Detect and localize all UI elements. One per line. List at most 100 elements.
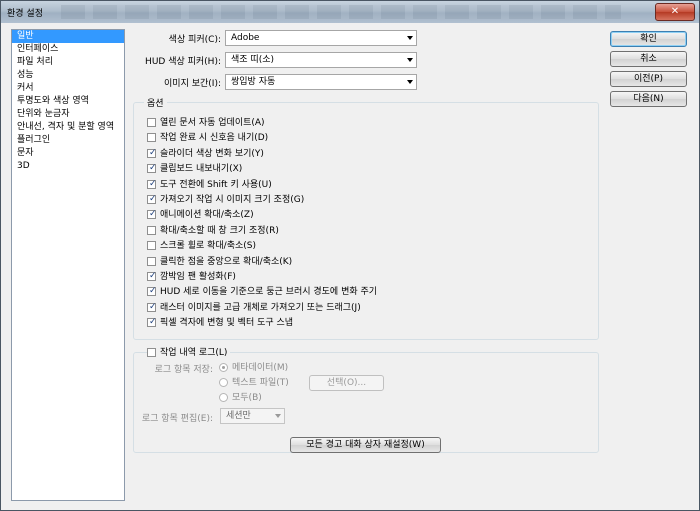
chevron-down-icon [407, 36, 413, 40]
sidebar-item[interactable]: 3D [12, 160, 124, 173]
sidebar-item[interactable]: 커서 [12, 82, 124, 95]
radio-metadata[interactable]: 메타데이터(M) [219, 362, 288, 375]
option-checkbox[interactable]: ✓ 슬라이더 색상 변화 보기(Y) [147, 148, 264, 161]
next-button[interactable]: 다음(N) [610, 91, 687, 107]
log-edit-select[interactable]: 세션만 [220, 408, 285, 424]
color-picker-value: Adobe [231, 33, 260, 43]
reset-warnings-button[interactable]: 모든 경고 대화 상자 재설정(W) [290, 437, 441, 453]
radio-metadata-label: 메타데이터(M) [232, 363, 289, 373]
option-checkbox[interactable]: ✓ 래스터 이미지를 고급 개체로 가져오기 또는 드래그(J) [147, 302, 361, 315]
log-save-label: 로그 항목 저장: [154, 365, 213, 375]
cancel-button[interactable]: 취소 [610, 51, 687, 67]
checkbox-box [147, 348, 156, 357]
checkbox-box: ✓ [147, 271, 157, 281]
checkmark-icon: ✓ [149, 209, 157, 220]
sidebar-item[interactable]: 파일 처리 [12, 56, 124, 69]
radio-text-file[interactable]: 텍스트 파일(T) [219, 377, 289, 390]
checkmark-icon: ✓ [149, 163, 157, 174]
checkbox-box [147, 225, 156, 235]
preferences-window: 환경 설정 ✕ 일반 인터페이스 파일 처리 성능 커서 투명도와 색상 영역 단위와 눈금… [0, 0, 700, 511]
window-title: 환경 설정 [7, 9, 43, 19]
option-label: 래스터 이미지를 고급 개체로 가져오기 또는 드래그(J) [160, 302, 361, 313]
checkbox-box [147, 241, 156, 251]
ok-button[interactable]: 확인 [610, 31, 687, 47]
option-checkbox[interactable]: 작업 완료 시 신호음 내기(D) [147, 132, 268, 145]
option-checkbox[interactable]: ✓ 가져오기 작업 시 이미지 크기 조정(G) [147, 194, 304, 207]
sidebar-item[interactable]: 단위와 눈금자 [12, 108, 124, 121]
radio-both-label: 모두(B) [232, 393, 262, 403]
checkbox-box [147, 256, 156, 266]
option-checkbox[interactable]: ✓ 클립보드 내보내기(X) [147, 163, 242, 176]
checkmark-icon: ✓ [149, 301, 157, 312]
option-label: 도구 전환에 Shift 키 사용(U) [160, 179, 272, 190]
option-label: 열린 문서 자동 업데이트(A) [160, 118, 265, 128]
chevron-down-icon [407, 80, 413, 84]
choose-file-button[interactable]: 선택(O)... [309, 375, 384, 391]
option-label: 작업 완료 시 신호음 내기(D) [160, 133, 269, 144]
option-label: 픽셀 격자에 변형 및 벡터 도구 스냅 [160, 318, 294, 329]
option-label: 슬라이더 색상 변화 보기(Y) [160, 148, 264, 159]
log-edit-value: 세션만 [226, 411, 251, 421]
log-edit-label: 로그 항목 편집(E): [141, 414, 213, 424]
close-button[interactable]: ✕ [655, 3, 695, 21]
title-bar-background [61, 5, 621, 19]
option-checkbox[interactable]: ✓ 도구 전환에 Shift 키 사용(U) [147, 179, 272, 192]
chevron-down-icon [407, 58, 413, 62]
sidebar-item[interactable]: 안내선, 격자 및 분할 영역 [12, 121, 124, 134]
radio-icon [219, 393, 228, 402]
option-label: 스크롤 휠로 확대/축소(S) [160, 241, 257, 252]
option-checkbox[interactable]: ✓ HUD 세로 이동을 기준으로 둥근 브러시 경도에 변화 주기 [147, 286, 377, 299]
option-checkbox[interactable]: ✓ 픽셀 격자에 변형 및 벡터 도구 스냅 [147, 317, 293, 330]
checkmark-icon: ✓ [149, 286, 157, 297]
interp-value: 쌍입방 자동 [231, 77, 276, 87]
checkbox-box [147, 118, 156, 127]
checkbox-box: ✓ [147, 301, 157, 312]
option-label: 깜박임 팬 활성화(F) [160, 272, 236, 282]
option-label: 클립보드 내보내기(X) [160, 164, 243, 175]
option-label: 확대/축소할 때 창 크기 조정(R) [160, 225, 279, 236]
option-label: 클릭한 점을 중앙으로 확대/축소(K) [160, 256, 293, 267]
radio-both[interactable]: 모두(B) [219, 392, 262, 405]
color-picker-select[interactable]: Adobe [225, 30, 417, 46]
checkmark-icon: ✓ [149, 194, 157, 204]
checkbox-box [147, 133, 156, 143]
interp-label: 이미지 보간(I): [164, 79, 221, 89]
title-bar[interactable]: 환경 설정 ✕ [1, 1, 699, 23]
checkmark-icon: ✓ [149, 147, 157, 158]
chevron-down-icon [275, 414, 281, 418]
sidebar-item[interactable]: 투명도와 색상 영역 [12, 95, 124, 108]
sidebar-item[interactable]: 문자 [12, 147, 124, 160]
hud-picker-select[interactable]: 색조 띠(소) [225, 52, 417, 68]
options-title: 옵션 [144, 96, 167, 109]
history-log-checkbox[interactable]: 작업 내역 로그(L) [147, 347, 231, 360]
checkbox-box: ✓ [147, 317, 157, 328]
option-checkbox[interactable]: 확대/축소할 때 창 크기 조정(R) [147, 225, 279, 238]
prev-button[interactable]: 이전(P) [610, 71, 687, 87]
option-label: 가져오기 작업 시 이미지 크기 조정(G) [160, 195, 305, 205]
checkbox-box: ✓ [147, 286, 157, 297]
option-checkbox[interactable]: 클릭한 점을 중앙으로 확대/축소(K) [147, 256, 292, 269]
sidebar-item[interactable]: 일반 [12, 30, 124, 43]
option-checkbox[interactable]: 열린 문서 자동 업데이트(A) [147, 117, 265, 130]
checkmark-icon: ✓ [149, 271, 157, 281]
option-checkbox[interactable]: ✓ 깜박임 팬 활성화(F) [147, 271, 236, 284]
radio-icon [219, 363, 228, 372]
option-label: 애니메이션 확대/축소(Z) [160, 210, 254, 221]
option-checkbox[interactable]: ✓ 애니메이션 확대/축소(Z) [147, 209, 254, 222]
checkbox-box: ✓ [147, 209, 157, 220]
radio-text-file-label: 텍스트 파일(T) [232, 378, 289, 388]
sidebar-item[interactable]: 플러그인 [12, 134, 124, 147]
checkbox-box: ✓ [147, 194, 157, 204]
checkbox-box: ✓ [147, 163, 157, 174]
sidebar-item[interactable]: 인터페이스 [12, 43, 124, 56]
hud-picker-label: HUD 색상 피커(H): [145, 57, 221, 67]
hud-picker-value: 색조 띠(소) [231, 55, 275, 65]
option-label: HUD 세로 이동을 기준으로 둥근 브러시 경도에 변화 주기 [160, 287, 378, 298]
interp-select[interactable]: 쌍입방 자동 [225, 74, 417, 90]
category-list[interactable]: 일반 인터페이스 파일 처리 성능 커서 투명도와 색상 영역 단위와 눈금자 안내선, 격자… [11, 29, 125, 501]
option-checkbox[interactable]: 스크롤 휠로 확대/축소(S) [147, 240, 256, 253]
radio-icon [219, 378, 228, 387]
checkbox-box: ✓ [147, 178, 157, 189]
checkmark-icon: ✓ [149, 178, 157, 189]
sidebar-item[interactable]: 성능 [12, 69, 124, 82]
